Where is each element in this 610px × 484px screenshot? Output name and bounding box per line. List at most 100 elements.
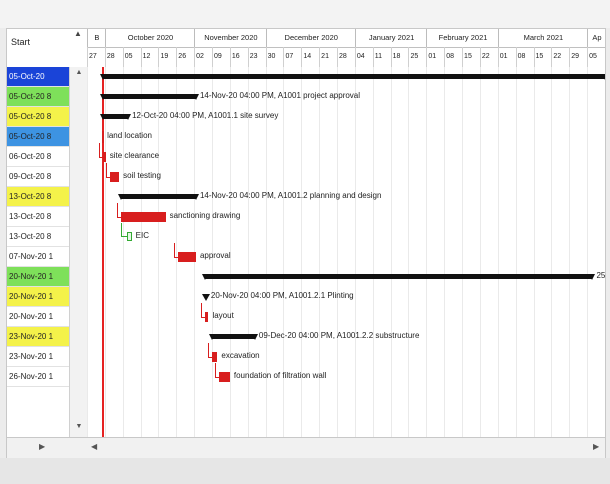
gridline — [587, 67, 589, 437]
gridline — [122, 67, 124, 437]
scroll-right-icon[interactable]: ▶ — [593, 442, 599, 451]
start-cell[interactable]: 05-Oct-20 8 — [7, 127, 69, 147]
task-bar[interactable] — [120, 212, 166, 222]
start-cell[interactable]: 23-Nov-20 1 — [7, 347, 69, 367]
start-cell[interactable]: 20-Nov-20 1 — [7, 287, 69, 307]
link-line[interactable] — [116, 203, 122, 218]
summary-start-marker[interactable] — [117, 194, 124, 200]
column-header-label: Start — [11, 37, 31, 47]
timescale: B October 2020 November 2020 December 2020 J… — [87, 29, 605, 68]
gridline — [372, 67, 374, 437]
milestone-marker[interactable] — [102, 131, 105, 143]
gridline — [497, 67, 499, 437]
month-header: December 2020 — [265, 29, 356, 47]
summary-end-marker[interactable] — [192, 194, 199, 200]
bar-label: 12-Oct-20 04:00 PM, A1001.1 site survey — [132, 111, 279, 120]
start-cell[interactable]: 05-Oct-20 — [7, 67, 69, 87]
gridline — [515, 67, 517, 437]
column-header-start[interactable]: Start — [7, 29, 69, 68]
scroll-down-icon[interactable]: ▼ — [70, 423, 88, 437]
summary-end-marker[interactable] — [125, 114, 132, 120]
week-header: 05 — [587, 47, 605, 67]
summary-end-marker[interactable] — [251, 334, 258, 340]
link-line[interactable] — [208, 343, 214, 358]
gridline — [87, 67, 88, 437]
gridline — [247, 67, 249, 437]
month-header: January 2021 — [354, 29, 427, 47]
start-cell[interactable]: 07-Nov-20 1 — [7, 247, 69, 267]
bar-label: 14-Nov-20 04:00 PM, A1001.2 planning and… — [199, 191, 382, 200]
summary-start-marker[interactable] — [100, 74, 107, 80]
task-bar[interactable] — [178, 252, 196, 262]
bar-label: 14-Nov-20 04:00 PM, A1001 project approv… — [199, 91, 361, 100]
start-cell[interactable]: 05-Oct-20 8 — [7, 87, 69, 107]
summary-start-marker[interactable] — [100, 94, 107, 100]
activity-table: Start ▲ 05-Oct-20 05-Oct-20 8 05-Oct-20 80… — [7, 29, 88, 459]
task-bar[interactable] — [219, 372, 230, 382]
summary-end-marker[interactable] — [589, 274, 596, 280]
horizontal-scrollbar[interactable]: ◀ ▶ — [87, 437, 605, 459]
summary-bar[interactable] — [204, 274, 593, 279]
summary-bar[interactable] — [120, 194, 196, 199]
bar-label: approval — [199, 251, 231, 260]
gridline — [319, 67, 321, 437]
gridline — [140, 67, 142, 437]
link-line[interactable] — [106, 163, 112, 178]
vertical-scrollbar[interactable]: ▲ ▼ — [69, 67, 88, 437]
gridline — [462, 67, 464, 437]
summary-bar[interactable] — [103, 74, 605, 79]
link-line[interactable] — [174, 243, 180, 258]
scroll-up-icon[interactable]: ▲ — [70, 69, 88, 83]
start-cell[interactable]: 20-Nov-20 1 — [7, 307, 69, 327]
start-cell[interactable]: 13-Oct-20 8 — [7, 207, 69, 227]
summary-end-marker[interactable] — [601, 74, 605, 80]
gridline — [390, 67, 392, 437]
gridline — [158, 67, 160, 437]
bar-label: foundation of filtration wall — [233, 371, 327, 380]
gridline — [283, 67, 285, 437]
link-line[interactable] — [120, 223, 128, 237]
month-header: B — [87, 29, 106, 47]
summary-bar[interactable] — [103, 94, 196, 99]
start-cell[interactable]: 09-Oct-20 8 — [7, 167, 69, 187]
bar-label: excavation — [221, 351, 260, 360]
gridline — [408, 67, 410, 437]
link-line[interactable] — [99, 143, 105, 158]
summary-start-marker[interactable] — [209, 334, 216, 340]
bar-label: 09-Dec-20 04:00 PM, A1001.2.2 substructu… — [258, 331, 420, 340]
data-date-line — [102, 67, 105, 437]
month-header: November 2020 — [194, 29, 266, 47]
summary-start-marker[interactable] — [100, 114, 107, 120]
gridline — [551, 67, 553, 437]
summary-end-marker[interactable] — [192, 94, 199, 100]
week-header: 08 — [515, 47, 536, 67]
start-cell[interactable]: 20-Nov-20 1 — [7, 267, 69, 287]
summary-start-marker[interactable] — [201, 274, 208, 280]
start-cell[interactable]: 26-Nov-20 1 — [7, 367, 69, 387]
start-cell[interactable]: 23-Nov-20 1 — [7, 327, 69, 347]
month-header: February 2021 — [426, 29, 498, 47]
task-bar[interactable] — [110, 172, 120, 182]
gridline — [265, 67, 267, 437]
gantt-chart-area[interactable]: 14-Nov-20 04:00 PM, A1001 project approv… — [87, 67, 605, 437]
scroll-left-icon[interactable]: ◀ — [91, 442, 97, 451]
table-footer: ▶ — [7, 437, 87, 459]
month-header: October 2020 — [104, 29, 195, 47]
summary-bar[interactable] — [212, 334, 255, 339]
summary-marker[interactable] — [201, 294, 210, 301]
start-cell[interactable]: 05-Oct-20 8 — [7, 107, 69, 127]
gridline — [337, 67, 339, 437]
month-header: Ap — [587, 29, 605, 47]
start-cell[interactable]: 06-Oct-20 8 — [7, 147, 69, 167]
start-cell[interactable]: 13-Oct-20 8 — [7, 187, 69, 207]
month-header: March 2021 — [497, 29, 588, 47]
gridline — [104, 67, 106, 437]
gridline — [444, 67, 446, 437]
bar-label: EIC — [135, 231, 149, 240]
timescale-weeks: 27 28 05 12 19 26 02 09 16 23 30 07 14 21 28 04 11 18 25 01… — [87, 47, 605, 67]
scroll-right-icon[interactable]: ▶ — [39, 442, 45, 451]
link-line[interactable] — [200, 303, 206, 318]
link-line[interactable] — [215, 363, 221, 378]
sort-indicator-icon[interactable]: ▲ — [69, 29, 87, 68]
start-cell[interactable]: 13-Oct-20 8 — [7, 227, 69, 247]
